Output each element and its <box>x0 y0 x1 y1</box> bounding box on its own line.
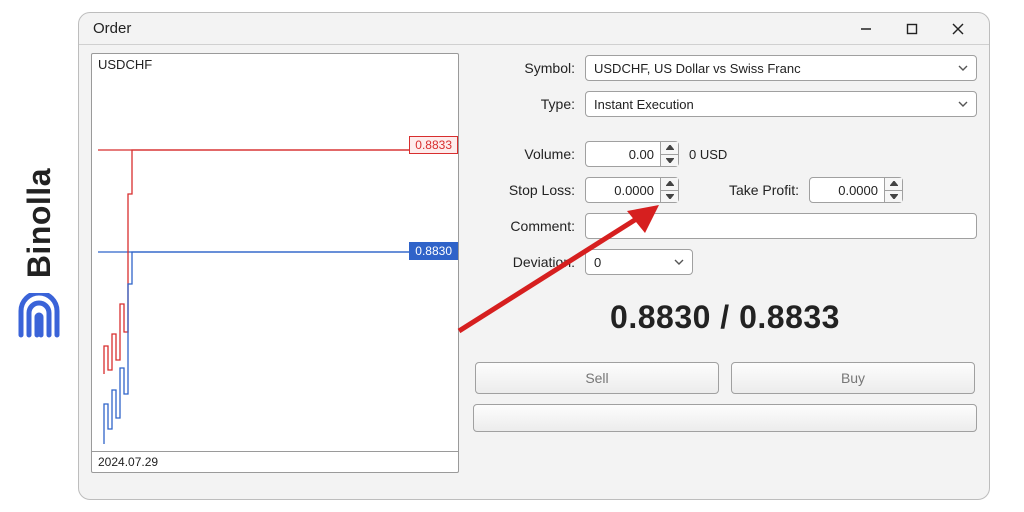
type-select[interactable]: Instant Execution <box>585 91 977 117</box>
chart-panel: USDCHF 0.8833 0.8830 2024.07.29 <box>91 53 459 473</box>
status-bar <box>473 404 977 432</box>
chevron-down-icon <box>958 99 968 109</box>
chevron-down-icon <box>674 257 684 267</box>
takeprofit-label: Take Profit: <box>715 182 809 198</box>
close-icon[interactable] <box>935 13 981 45</box>
chart-date: 2024.07.29 <box>98 455 158 469</box>
stoploss-input[interactable]: 0.0000 <box>585 177 679 203</box>
stoploss-label: Stop Loss: <box>473 182 585 198</box>
sell-button[interactable]: Sell <box>475 362 719 394</box>
volume-value: 0.00 <box>586 147 660 162</box>
volume-input[interactable]: 0.00 <box>585 141 679 167</box>
volume-label: Volume: <box>473 146 585 162</box>
stoploss-value: 0.0000 <box>586 183 660 198</box>
spin-up-icon[interactable] <box>661 142 678 154</box>
deviation-value: 0 <box>594 255 601 270</box>
order-window: Order USDCHF <box>78 12 990 500</box>
brand-sidebar: Binolla <box>0 0 78 512</box>
symbol-value: USDCHF, US Dollar vs Swiss Franc <box>594 61 801 76</box>
order-form: Symbol: USDCHF, US Dollar vs Swiss Franc… <box>473 53 977 487</box>
symbol-select[interactable]: USDCHF, US Dollar vs Swiss Franc <box>585 55 977 81</box>
takeprofit-input[interactable]: 0.0000 <box>809 177 903 203</box>
maximize-icon[interactable] <box>889 13 935 45</box>
spin-down-icon[interactable] <box>661 154 678 167</box>
chart-ask-tag: 0.8833 <box>409 136 458 154</box>
window-title: Order <box>93 20 131 37</box>
brand-name: Binolla <box>21 168 58 278</box>
price-ask: 0.8833 <box>739 299 840 335</box>
minimize-icon[interactable] <box>843 13 889 45</box>
chart-bid-tag: 0.8830 <box>409 242 458 260</box>
chevron-down-icon <box>958 63 968 73</box>
spin-up-icon[interactable] <box>661 178 678 190</box>
deviation-label: Deviation: <box>473 254 585 270</box>
deviation-select[interactable]: 0 <box>585 249 693 275</box>
spin-down-icon[interactable] <box>661 190 678 203</box>
spin-up-icon[interactable] <box>885 178 902 190</box>
symbol-label: Symbol: <box>473 60 585 76</box>
brand-logo-icon <box>15 293 63 344</box>
spin-down-icon[interactable] <box>885 190 902 203</box>
takeprofit-value: 0.0000 <box>810 183 884 198</box>
chart-symbol: USDCHF <box>98 57 152 72</box>
buy-button[interactable]: Buy <box>731 362 975 394</box>
comment-input[interactable] <box>585 213 977 239</box>
volume-currency: 0 USD <box>689 147 727 162</box>
type-label: Type: <box>473 96 585 112</box>
tick-chart <box>98 74 424 454</box>
price-bid: 0.8830 <box>610 299 711 335</box>
type-value: Instant Execution <box>594 97 694 112</box>
titlebar: Order <box>79 13 989 45</box>
bid-ask-display: 0.8830 / 0.8833 <box>473 299 977 336</box>
price-sep: / <box>711 299 739 335</box>
comment-label: Comment: <box>473 218 585 234</box>
